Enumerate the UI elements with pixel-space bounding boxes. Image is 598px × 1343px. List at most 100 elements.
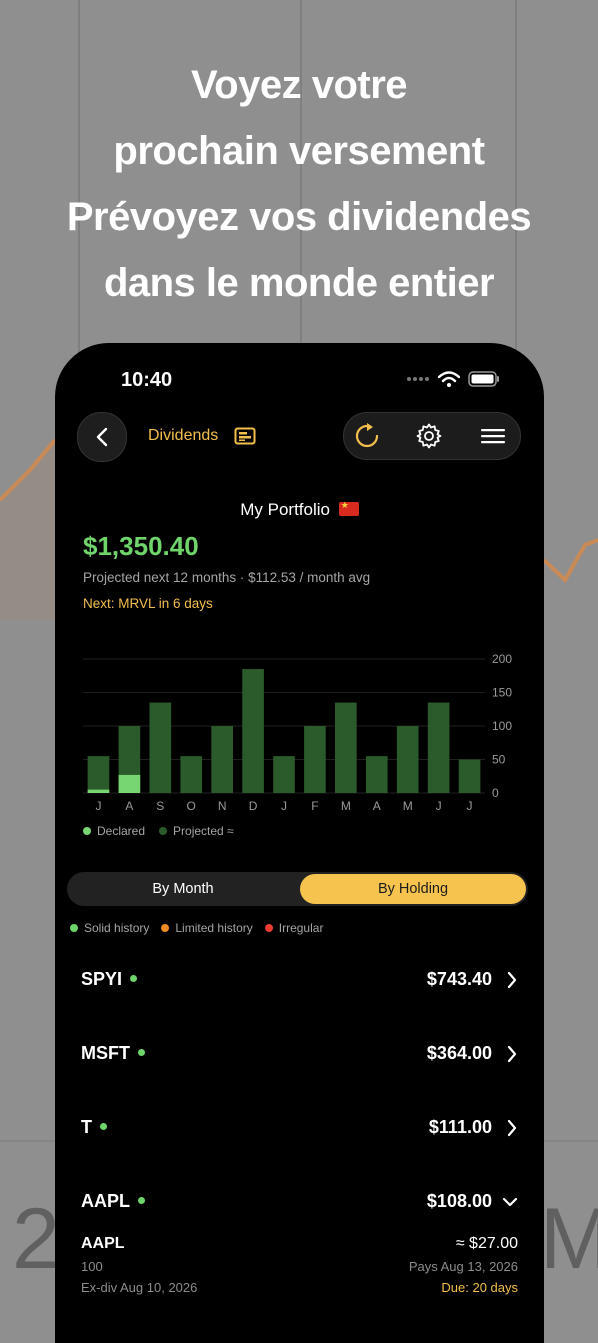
view-segmented-control: By Month By Holding [67,872,528,906]
holding-amount: $364.00 [426,1043,492,1063]
dividend-bar-chart: 200 150 100 50 0 J A S O N D J F M A M J J [83,652,512,813]
detail-pay-date: Pays Aug 13, 2026 [408,1259,518,1274]
projected-bar [335,702,357,793]
declared-bar [118,774,141,793]
holding-ticker: SPYI [81,969,138,990]
back-button[interactable] [77,412,127,462]
x-tick-label: J [436,799,442,813]
projected-bar [365,756,388,793]
x-tick-label: A [373,799,381,813]
projected-bar [396,726,419,793]
x-tick-label: O [187,799,196,813]
chevron-down-icon [502,1197,518,1207]
phone-frame: 10:40 Dividends My Portfolio ★ $1,350.40… [55,343,544,1343]
legend-dot [159,827,168,835]
holding-row-msft[interactable]: MSFT $364.00 [81,1043,518,1073]
ticker-text: AAPL [81,1191,130,1211]
portfolio-name: My Portfolio [240,500,330,519]
holding-row-aapl[interactable]: AAPL $108.00 [81,1191,518,1221]
y-tick-label: 150 [492,686,512,700]
portfolio-title: My Portfolio [55,500,544,520]
cellular-icon [407,377,429,381]
legend-projected: Projected ≈ [159,824,234,838]
holding-ticker: T [81,1117,107,1138]
status-dot [130,975,138,982]
toolbar-pill [343,412,521,460]
projected-total: $1,350.40 [83,531,199,561]
projected-bar [242,669,264,793]
chevron-right-icon [507,1119,517,1137]
legend-solid-history: Solid history [70,921,149,935]
ticker-text: SPYI [81,969,123,989]
detail-shares: 100 [81,1259,103,1274]
x-tick-label: N [218,799,227,813]
detail-ticker: AAPL [81,1235,125,1252]
status-icons [406,371,500,387]
detail-exdiv-date: Ex-div Aug 10, 2026 [81,1280,198,1295]
legend-label: Irregular [278,921,324,935]
projected-bar [149,702,172,793]
declared-bar [87,789,110,793]
legend-declared: Declared [83,824,145,838]
headline-line: Prévoyez vos dividendes [66,195,532,239]
chevron-right-icon [507,971,517,989]
status-time: 10:40 [121,369,173,391]
x-tick-label: A [125,799,133,813]
menu-icon[interactable] [480,423,506,449]
holding-amount: $743.40 [426,969,492,989]
legend-label: Projected ≈ [173,824,234,838]
china-flag-icon [338,500,359,516]
x-tick-label: M [403,799,413,813]
x-tick-label: F [311,799,318,813]
holding-row-t[interactable]: T $111.00 [81,1117,518,1147]
y-tick-label: 0 [492,786,499,800]
report-icon[interactable] [234,427,256,445]
next-payment: Next: MRVL in 6 days [83,596,213,611]
holding-amount: $108.00 [426,1191,492,1211]
bg-digit: 2 [12,1191,60,1287]
ticker-text: MSFT [81,1043,130,1063]
projection-subtext: Projected next 12 months · $112.53 / mon… [83,570,371,585]
bg-digit: M [540,1191,598,1287]
x-tick-label: J [95,799,101,813]
projected-bar [87,756,110,793]
legend-irregular: Irregular [264,921,324,935]
nav-title: Dividends [148,427,219,444]
headline-line: prochain versement [113,129,485,173]
refresh-icon[interactable] [354,423,380,449]
chevron-right-icon [507,1045,517,1063]
status-dot [138,1049,145,1056]
legend-limited-history: Limited history [161,921,253,935]
legend-label: Declared [97,824,146,838]
projected-bar [304,726,326,793]
legend-dot [264,924,273,932]
y-tick-label: 50 [492,753,506,767]
gear-icon[interactable] [416,423,442,449]
status-dot [100,1123,107,1130]
projected-bar [427,702,450,793]
y-tick-label: 200 [492,652,512,666]
holding-ticker: MSFT [81,1043,145,1064]
x-tick-label: D [249,799,258,813]
holding-row-spyi[interactable]: SPYI $743.40 [81,969,518,999]
projected-bar [458,759,481,793]
x-tick-label: J [281,799,287,813]
legend-dot [161,924,170,932]
chart-legend: Declared Projected ≈ [83,824,234,838]
x-tick-label: S [156,799,164,813]
headline-line: dans le monde entier [103,261,495,305]
chevron-left-icon [96,427,108,447]
projected-bar [180,756,203,793]
headline: Voyez votre prochain versement Prévoyez … [0,52,598,316]
battery-icon [468,371,499,387]
history-legend: Solid history Limited history Irregular [70,921,323,935]
x-tick-label: J [467,799,473,813]
holding-amount: $111.00 [428,1117,492,1137]
tab-by-holding[interactable]: By Holding [300,874,526,904]
legend-dot [70,924,78,932]
legend-label: Solid history [84,921,150,935]
x-tick-label: M [341,799,351,813]
ticker-text: T [81,1117,92,1137]
projected-bar [273,756,295,793]
tab-by-month[interactable]: By Month [67,872,299,906]
